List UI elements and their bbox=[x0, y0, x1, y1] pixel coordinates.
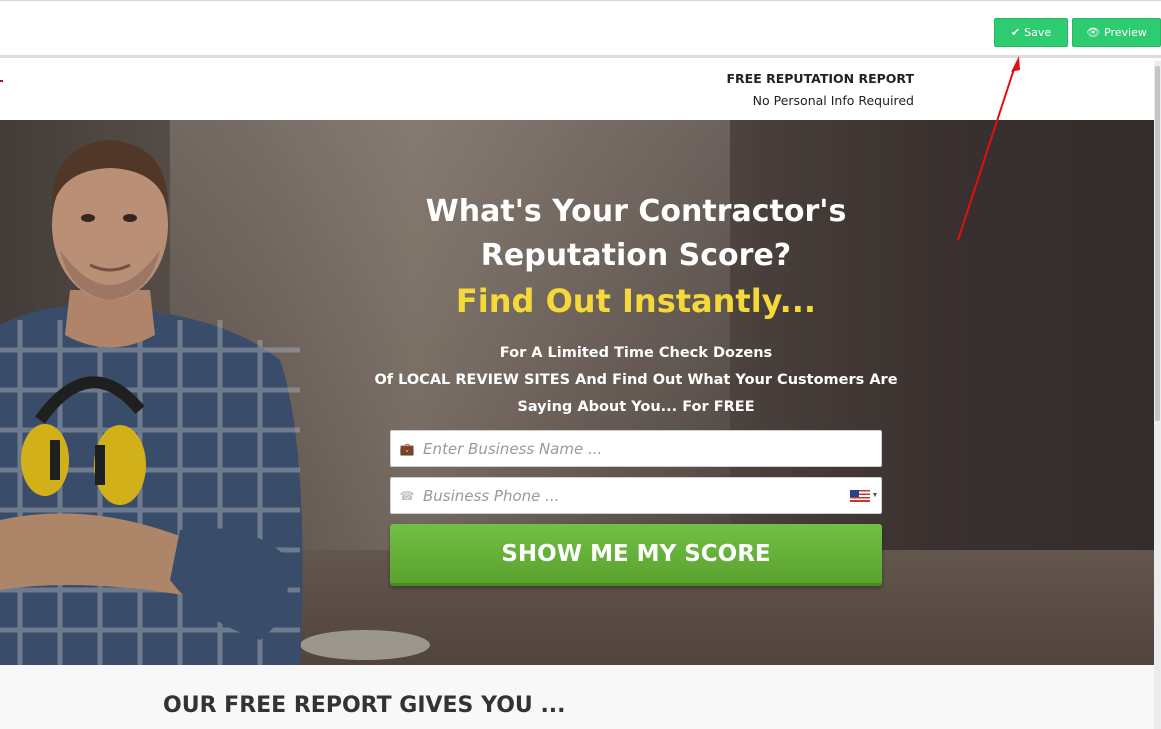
editor-toolbar bbox=[0, 0, 1161, 58]
country-selector[interactable]: ▼ bbox=[847, 478, 881, 513]
business-name-field[interactable]: 💼 bbox=[390, 430, 882, 467]
page: ✔ Save 👁 Preview FREE REPUTATION REPORT … bbox=[0, 0, 1161, 729]
hero-subtext-line1: For A Limited Time Check Dozens bbox=[499, 345, 773, 361]
preview-button-label: Preview bbox=[1104, 26, 1147, 39]
briefcase-icon: 💼 bbox=[399, 441, 415, 456]
logo bbox=[0, 80, 3, 96]
header-title: FREE REPUTATION REPORT bbox=[726, 71, 915, 86]
save-button[interactable]: ✔ Save bbox=[994, 18, 1068, 47]
hero-headline-line2: Reputation Score? bbox=[480, 238, 792, 273]
phone-icon: ☎ bbox=[399, 488, 415, 503]
business-name-input[interactable] bbox=[423, 431, 881, 466]
hero-subtext-line3: Saying About You... For FREE bbox=[517, 399, 755, 415]
chevron-down-icon: ▼ bbox=[871, 492, 879, 499]
preview-button[interactable]: 👁 Preview bbox=[1072, 18, 1161, 47]
landing-header bbox=[0, 61, 1161, 120]
save-button-label: Save bbox=[1024, 26, 1052, 39]
check-icon: ✔ bbox=[1010, 26, 1021, 39]
business-phone-input[interactable] bbox=[423, 478, 847, 513]
header-subtitle: No Personal Info Required bbox=[752, 93, 914, 108]
hero-subtext-line2: Of LOCAL REVIEW SITES And Find Out What … bbox=[374, 372, 898, 388]
hero-headline-line1: What's Your Contractor's bbox=[425, 194, 847, 229]
report-section-title: OUR FREE REPORT GIVES YOU ... bbox=[163, 693, 566, 718]
eye-icon: 👁 bbox=[1086, 26, 1101, 39]
business-phone-field[interactable]: ☎ ▼ bbox=[390, 477, 882, 514]
scrollbar-thumb[interactable] bbox=[1155, 66, 1160, 421]
hero-headline-highlight: Find Out Instantly... bbox=[455, 282, 817, 320]
show-score-button[interactable]: SHOW ME MY SCORE bbox=[390, 524, 882, 586]
us-flag-icon bbox=[849, 489, 870, 502]
